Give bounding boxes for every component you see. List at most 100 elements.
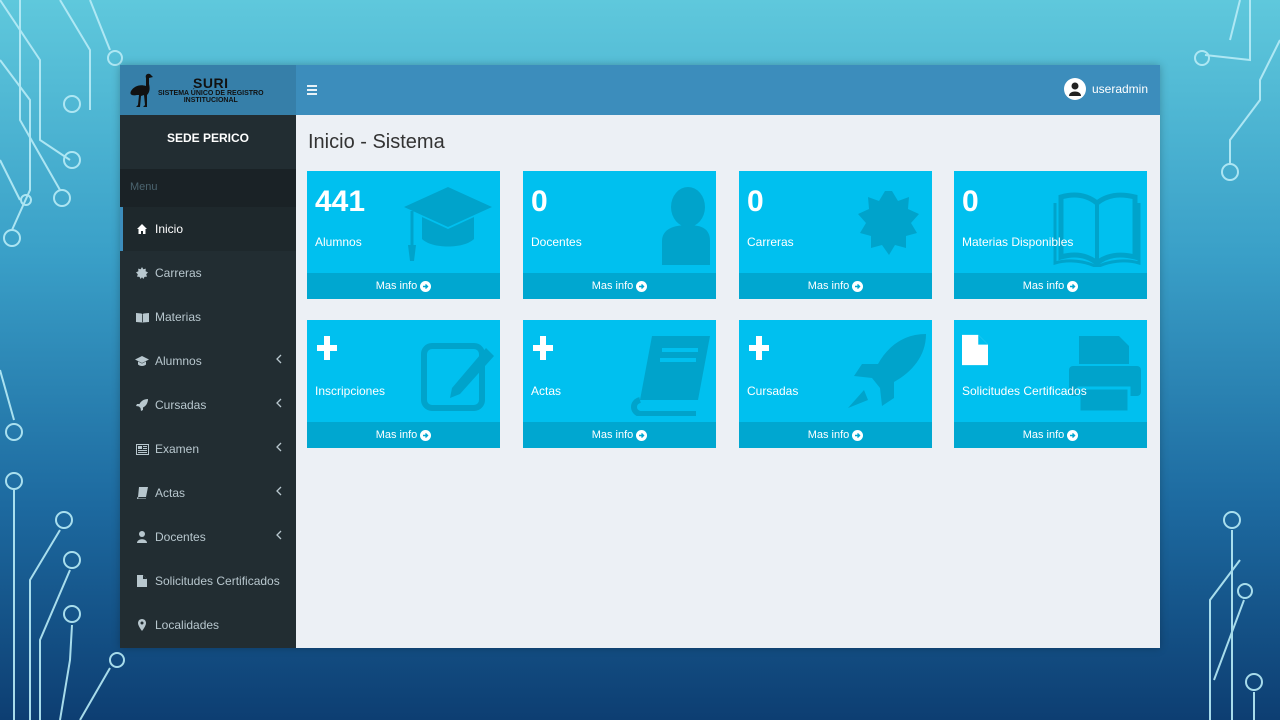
home-icon [135,222,149,236]
print-icon [1069,336,1141,414]
info-box-carreras: 0 Carreras Mas info [739,171,932,299]
graduation-cap-icon [404,187,492,261]
sidebar-item-solicitudes-certificados[interactable]: Solicitudes Certificados [120,559,296,603]
mas-info-label: Mas info [591,429,634,441]
sidebar-item-carreras[interactable]: Carreras [120,251,296,295]
arrow-circle-right-icon [852,429,864,441]
file-icon [962,334,988,366]
mas-info-label: Mas info [375,429,418,441]
sidebar-item-label: Solicitudes Certificados [155,574,280,588]
book-icon [135,486,149,500]
user-menu[interactable]: useradmin [1063,78,1148,100]
sidebar-item-inicio[interactable]: Inicio [120,207,296,251]
page-title: Inicio - Sistema [308,131,445,153]
sidebar-item-label: Localidades [155,618,220,632]
arrow-circle-right-icon [420,280,432,292]
mas-info-label: Mas info [1022,429,1065,441]
file-icon [135,574,149,588]
box-value: 0 [962,185,979,218]
username: useradmin [1091,82,1148,96]
sidebar-item-label: Alumnos [155,354,202,368]
sidebar-item-docentes[interactable]: Docentes [120,515,296,559]
book-open-icon [1053,192,1141,267]
certificate-icon [858,191,919,255]
rocket-icon [135,398,149,412]
sidebar-item-cursadas[interactable]: Cursadas [120,383,296,427]
mas-info-link[interactable]: Mas info [739,422,932,448]
sidebar-item-label: Actas [155,486,186,500]
info-box-inscripciones: Inscripciones Mas info [307,320,500,448]
avatar [1063,78,1086,100]
arrow-circle-right-icon [636,280,648,292]
user-icon [135,530,149,544]
book-open-icon [135,310,149,324]
sidebar-item-label: Materias [155,310,202,324]
sidebar-item-alumnos[interactable]: Alumnos [120,339,296,383]
sidebar-item-label: Examen [155,442,200,456]
info-box-materias-disponibles: 0 Materias Disponibles Mas info [954,171,1147,299]
ostrich-icon [130,73,153,107]
mas-info-link[interactable]: Mas info [739,273,932,299]
mas-info-link[interactable]: Mas info [523,273,716,299]
menu-header: Menu [120,169,296,207]
box-label: Docentes [531,235,582,249]
info-box-actas: Actas Mas info [523,320,716,448]
info-box-cursadas: Cursadas Mas info [739,320,932,448]
box-label: Carreras [747,235,794,249]
sidebar-item-actas[interactable]: Actas [120,471,296,515]
mas-info-link[interactable]: Mas info [307,422,500,448]
sidebar-item-materias[interactable]: Materias [120,295,296,339]
sidebar: SURI SISTEMA ÚNICO DE REGISTRO INSTITUCI… [120,65,296,648]
rocket-icon [848,334,926,408]
map-marker-icon [135,618,149,632]
info-box-docentes: 0 Docentes Mas info [523,171,716,299]
box-value: 0 [747,185,764,218]
graduation-cap-icon [135,354,149,368]
user-icon [1068,82,1081,96]
arrow-circle-right-icon [636,429,648,441]
box-label: Inscripciones [315,384,386,398]
info-box-solicitudes-certificados: Solicitudes Certificados Mas info [954,320,1147,448]
chevron-left-icon [276,354,282,364]
mas-info-label: Mas info [1022,280,1065,292]
box-label: Alumnos [315,235,362,249]
mas-info-link[interactable]: Mas info [954,422,1147,448]
plus-icon [749,336,769,360]
box-label: Materias Disponibles [962,235,1074,249]
box-label: Solicitudes Certificados [962,384,1087,398]
box-label: Actas [531,384,562,398]
main-content: Inicio - Sistema 441 Alumnos Mas info 0 … [296,115,1160,648]
arrow-circle-right-icon [420,429,432,441]
sidebar-item-label: Carreras [155,266,202,280]
sidebar-item-label: Docentes [155,530,206,544]
mas-info-label: Mas info [591,280,634,292]
mas-info-link[interactable]: Mas info [307,273,500,299]
chevron-left-icon [276,442,282,452]
sede-name: SEDE PERICO [120,115,296,169]
logo[interactable]: SURI SISTEMA ÚNICO DE REGISTRO INSTITUCI… [120,65,296,115]
info-box-alumnos: 441 Alumnos Mas info [307,171,500,299]
arrow-circle-right-icon [852,280,864,292]
mas-info-link[interactable]: Mas info [954,273,1147,299]
certificate-icon [135,266,149,280]
edit-icon [421,343,494,411]
application-window: SURI SISTEMA ÚNICO DE REGISTRO INSTITUCI… [120,65,1160,648]
box-value: 441 [315,185,366,218]
newspaper-icon [135,442,149,456]
mas-info-link[interactable]: Mas info [523,422,716,448]
plus-icon [533,336,553,360]
arrow-circle-right-icon [1067,429,1079,441]
chevron-left-icon [276,398,282,408]
box-label: Cursadas [747,384,799,398]
box-value: 0 [531,185,548,218]
user-icon [662,187,710,265]
plus-icon [317,336,337,360]
menu-toggle-button[interactable] [306,81,320,99]
brand-subtitle-line2: INSTITUCIONAL [183,97,238,104]
mas-info-label: Mas info [375,280,418,292]
arrow-circle-right-icon [1067,280,1079,292]
sidebar-item-examen[interactable]: Examen [120,427,296,471]
sidebar-item-label: Inicio [155,222,184,236]
sidebar-item-localidades[interactable]: Localidades [120,603,296,647]
brand-subtitle-line1: SISTEMA ÚNICO DE REGISTRO [158,90,264,97]
